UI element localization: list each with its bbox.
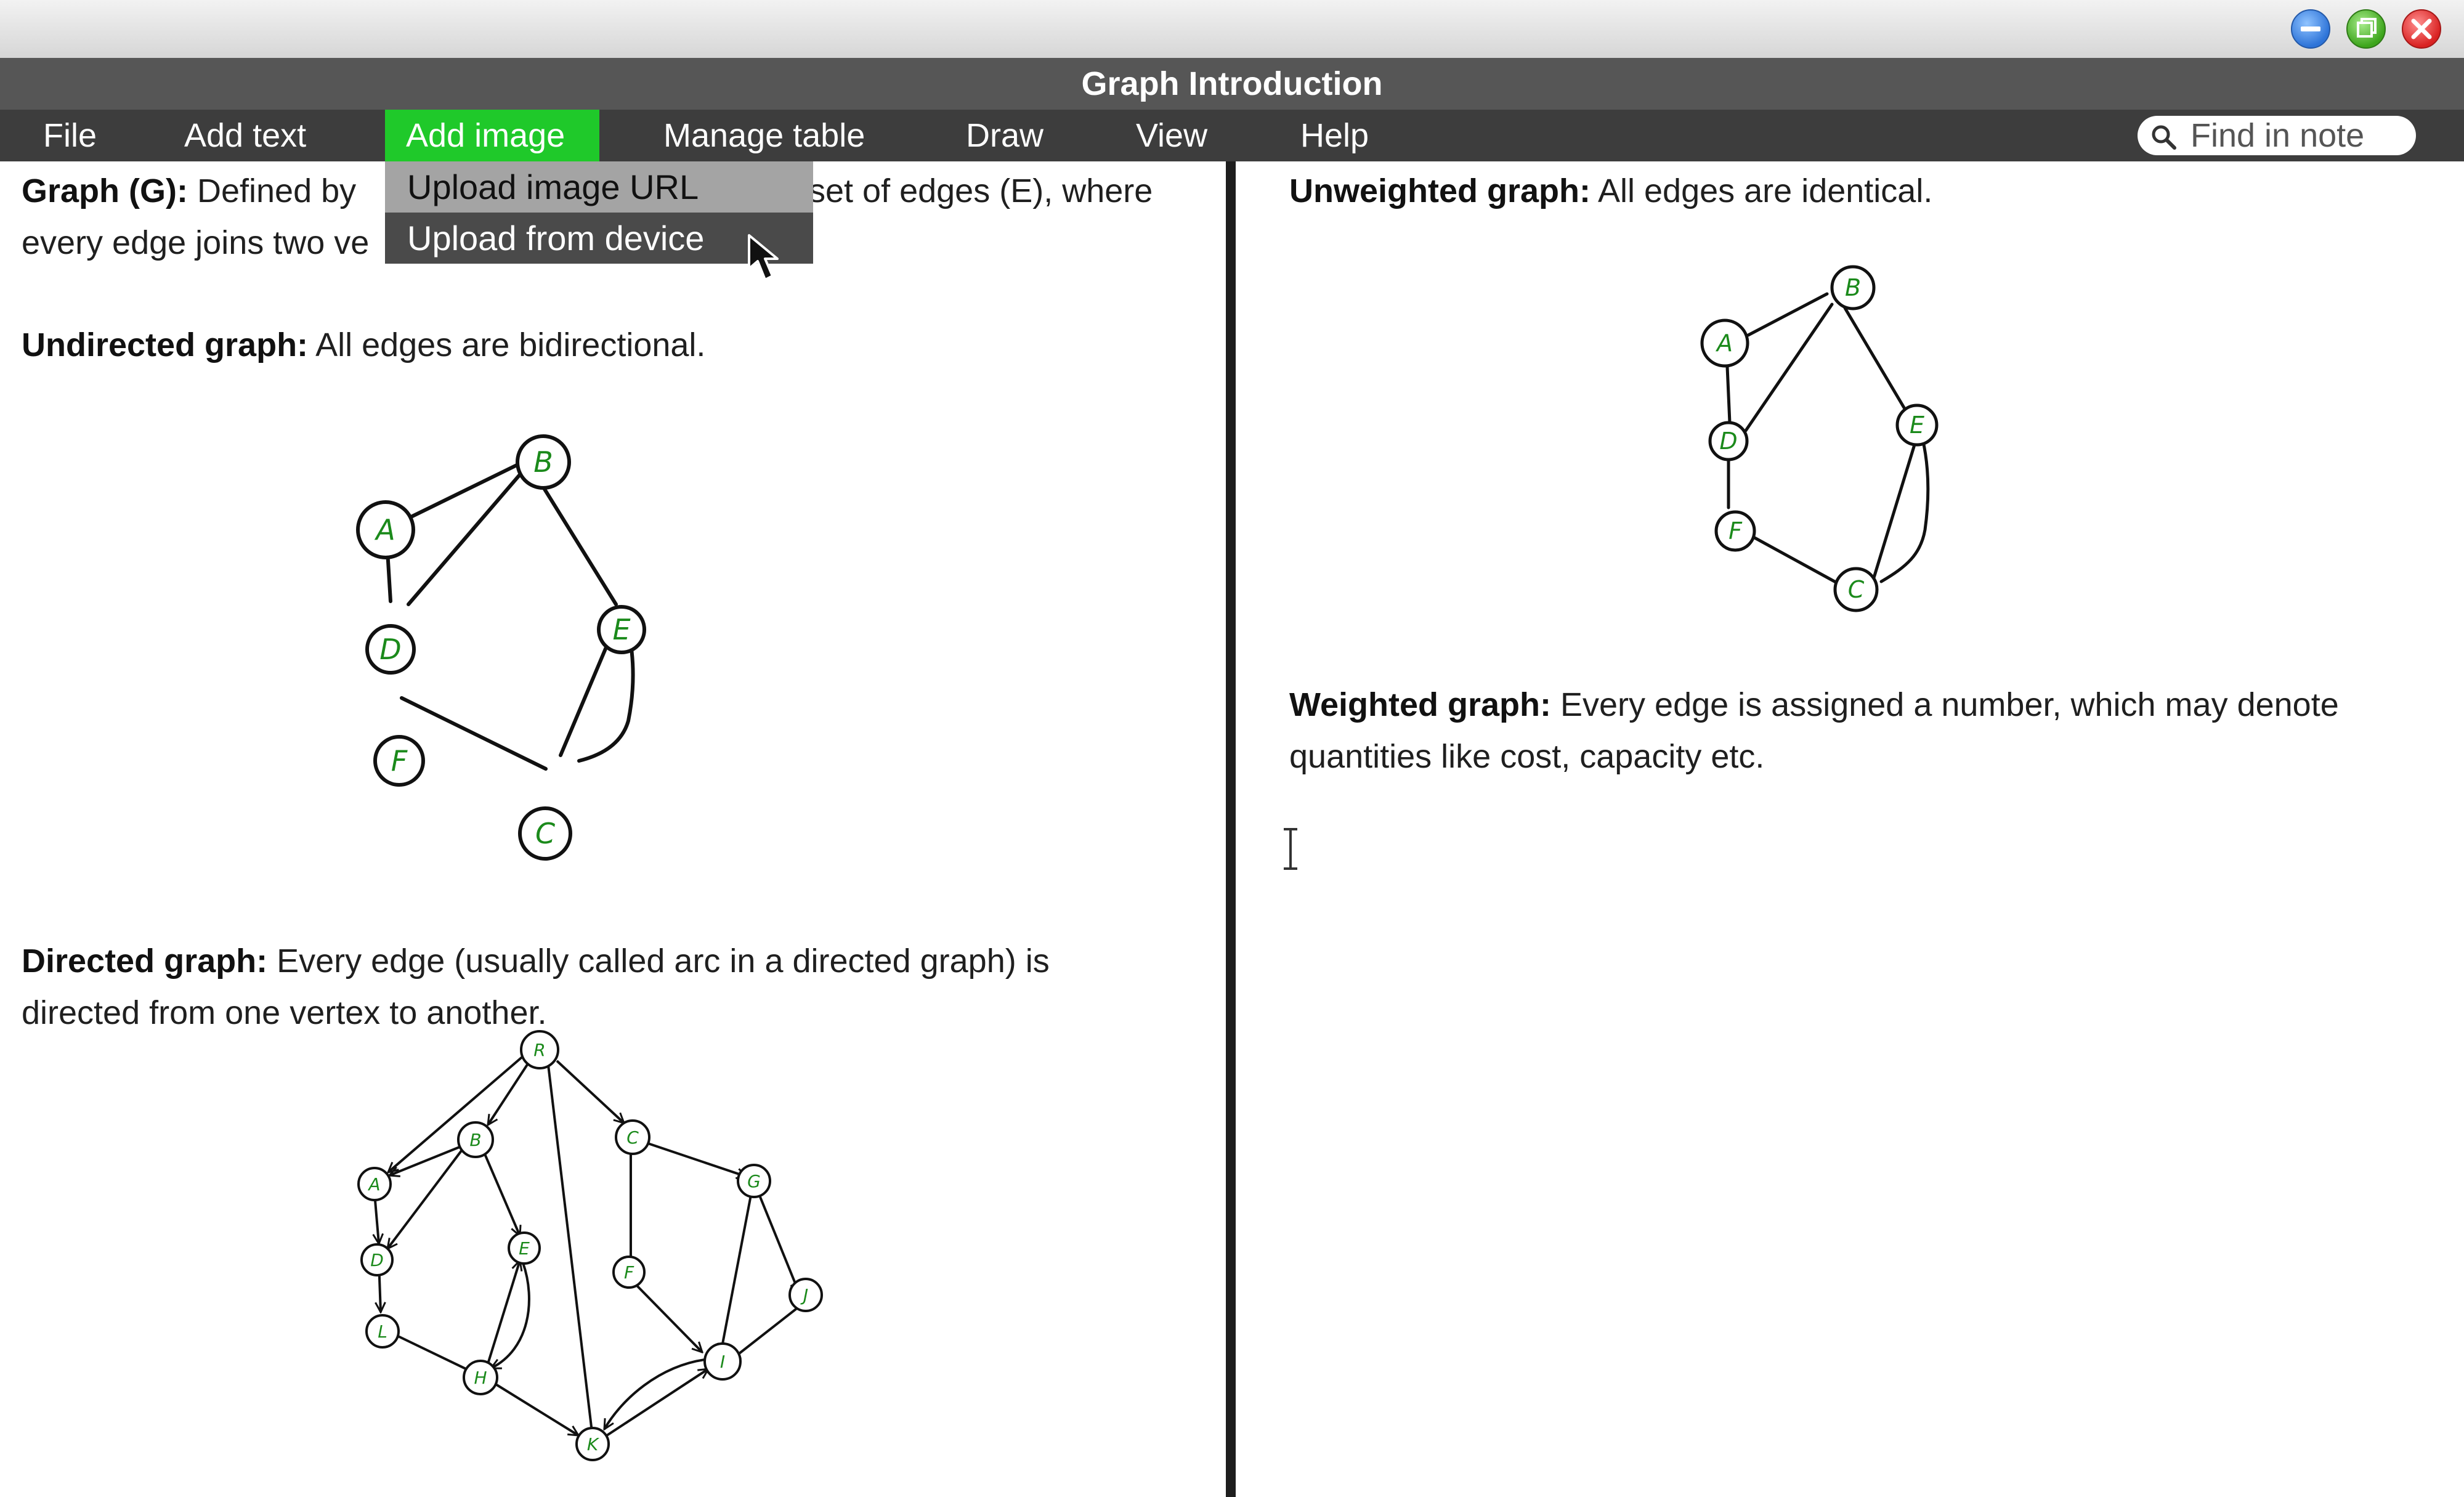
- minimize-icon[interactable]: [2291, 9, 2330, 49]
- window-titlebar: [0, 0, 2464, 58]
- node-label: K: [587, 1434, 600, 1454]
- menu-add-text[interactable]: Add text: [163, 110, 327, 161]
- paragraph-undirected: Undirected graph: All edges are bidirect…: [22, 319, 705, 371]
- unweighted-text: All edges are identical.: [1590, 172, 1933, 209]
- search-icon: [2152, 125, 2176, 150]
- node-label: A: [1715, 330, 1733, 357]
- menu-draw[interactable]: Draw: [945, 110, 1064, 161]
- mouse-pointer-icon: [748, 234, 779, 281]
- term-graph: Graph (G):: [22, 172, 188, 209]
- term-unweighted: Unweighted graph:: [1289, 172, 1591, 209]
- graph-definition-text: Defined by: [187, 172, 357, 209]
- app-title-bar: Graph Introduction: [0, 58, 2464, 110]
- directed-graph-image[interactable]: R A B C G D E F J L H I K: [345, 1029, 838, 1475]
- node-label: E: [1910, 412, 1924, 439]
- weighted-line2: quantities like cost, capacity etc.: [1289, 738, 1765, 775]
- node-label: F: [391, 744, 408, 777]
- pane-divider[interactable]: [1226, 161, 1236, 1497]
- undirected-text: All edges are bidirectional.: [308, 327, 706, 363]
- search-input[interactable]: [2190, 116, 2406, 155]
- menu-bar: File Add text Add image Manage table Dra…: [0, 110, 2464, 161]
- node-label: G: [747, 1171, 761, 1191]
- node-label: A: [374, 513, 395, 546]
- upload-image-url-item[interactable]: Upload image URL: [385, 161, 813, 213]
- weighted-text: Every edge is assigned a number, which m…: [1551, 686, 2339, 723]
- node-label: B: [1845, 274, 1861, 301]
- node-label: I: [720, 1352, 725, 1372]
- term-weighted: Weighted graph:: [1289, 686, 1551, 723]
- search-box[interactable]: [2138, 116, 2416, 155]
- text-cursor-icon: [1284, 828, 1297, 870]
- menu-help[interactable]: Help: [1279, 110, 1390, 161]
- app-title: Graph Introduction: [1081, 65, 1383, 102]
- menu-add-image[interactable]: Add image: [385, 110, 599, 161]
- maximize-icon[interactable]: [2346, 9, 2386, 49]
- menu-manage-table[interactable]: Manage table: [642, 110, 886, 161]
- term-undirected: Undirected graph:: [22, 327, 309, 363]
- paragraph-unweighted: Unweighted graph: All edges are identica…: [1289, 165, 1932, 217]
- paragraph-weighted: Weighted graph: Every edge is assigned a…: [1289, 679, 2339, 782]
- node-label: A: [367, 1174, 380, 1195]
- node-label: F: [1728, 517, 1743, 545]
- menu-view[interactable]: View: [1115, 110, 1228, 161]
- node-label: H: [474, 1368, 487, 1388]
- node-label: B: [469, 1130, 481, 1150]
- node-label: F: [624, 1262, 634, 1283]
- node-label: L: [378, 1321, 387, 1342]
- graph-definition-text-after: set of edges (E), where: [809, 172, 1153, 209]
- directed-line2: directed from one vertex to another.: [22, 994, 547, 1031]
- directed-text: Every edge (usually called arc in a dire…: [267, 943, 1050, 980]
- paragraph-directed: Directed graph: Every edge (usually call…: [22, 935, 1050, 1039]
- node-label: E: [519, 1238, 530, 1259]
- node-label: D: [370, 1250, 384, 1270]
- graph-definition-line2: every edge joins two ve: [22, 224, 370, 261]
- term-directed: Directed graph:: [22, 943, 268, 980]
- close-icon[interactable]: [2402, 9, 2441, 49]
- node-label: E: [612, 613, 630, 646]
- node-label: D: [379, 633, 401, 666]
- menu-file[interactable]: File: [22, 110, 118, 161]
- node-label: C: [1848, 576, 1865, 603]
- node-label: D: [1719, 428, 1737, 455]
- node-label: R: [533, 1040, 545, 1060]
- node-label: C: [626, 1127, 639, 1148]
- unweighted-graph-image[interactable]: A B D E F C: [1694, 259, 1953, 631]
- node-label: B: [533, 445, 553, 479]
- undirected-graph-image[interactable]: A B D E F C: [345, 419, 665, 890]
- node-label: C: [535, 817, 555, 850]
